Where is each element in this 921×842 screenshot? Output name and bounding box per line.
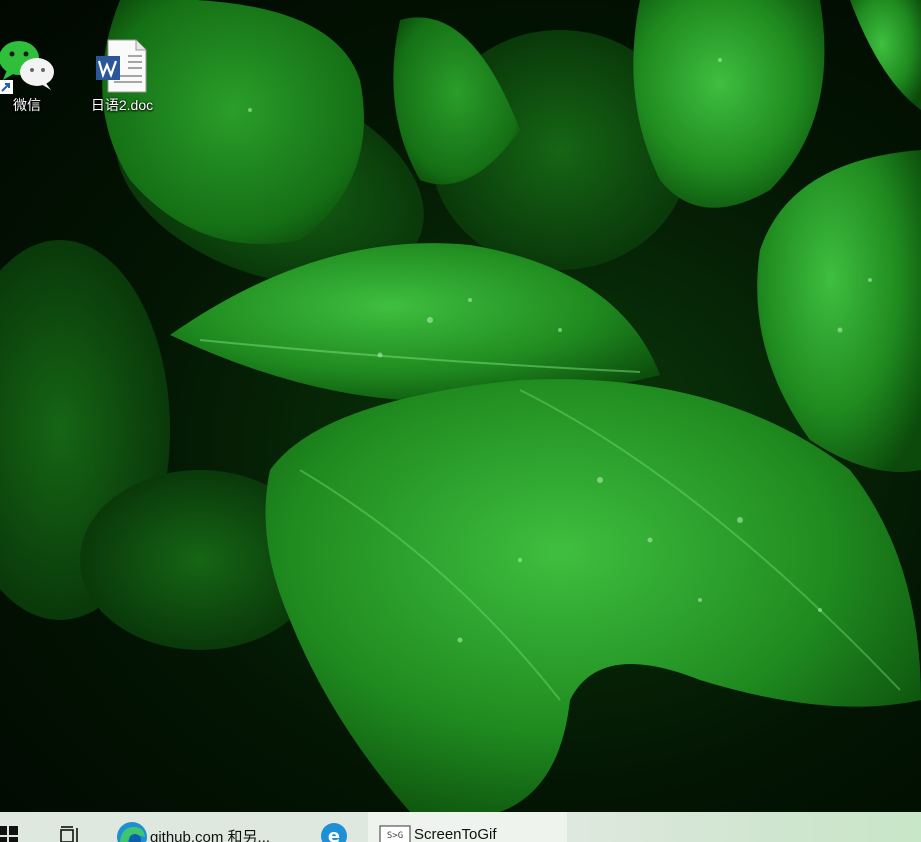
screentogif-icon: S>G xyxy=(379,825,411,842)
internet-explorer-icon: e xyxy=(321,823,347,842)
task-view-button[interactable] xyxy=(52,812,88,842)
taskbar-item-edge[interactable]: github.com 和另... xyxy=(106,812,306,842)
task-view-icon xyxy=(60,826,78,842)
desktop-icon-label: 日语2.doc xyxy=(90,97,154,113)
desktop[interactable]: 微信 日语2.doc xyxy=(0,0,921,812)
taskbar-item-label: github.com 和另... xyxy=(150,829,271,842)
desktop-icon-wechat[interactable]: 微信 xyxy=(0,36,67,114)
wechat-icon xyxy=(0,41,54,94)
start-button[interactable] xyxy=(0,812,26,842)
desktop-icon-label: 微信 xyxy=(13,97,41,113)
taskbar-item-ie[interactable]: e xyxy=(316,812,356,842)
windows-logo-icon xyxy=(0,826,18,842)
svg-text:S>G: S>G xyxy=(387,831,403,841)
svg-text:e: e xyxy=(328,826,340,842)
taskbar-background xyxy=(567,812,921,842)
taskbar-item-screentogif[interactable]: S>G ScreenToGif xyxy=(368,812,567,842)
desktop-icon-document[interactable]: 日语2.doc xyxy=(82,36,162,114)
word-document-icon xyxy=(96,39,147,93)
edge-icon xyxy=(117,822,147,842)
leaves-wallpaper xyxy=(0,0,921,812)
taskbar: github.com 和另... e S>G ScreenToGif xyxy=(0,812,921,842)
taskbar-item-label: ScreenToGif xyxy=(414,826,497,842)
